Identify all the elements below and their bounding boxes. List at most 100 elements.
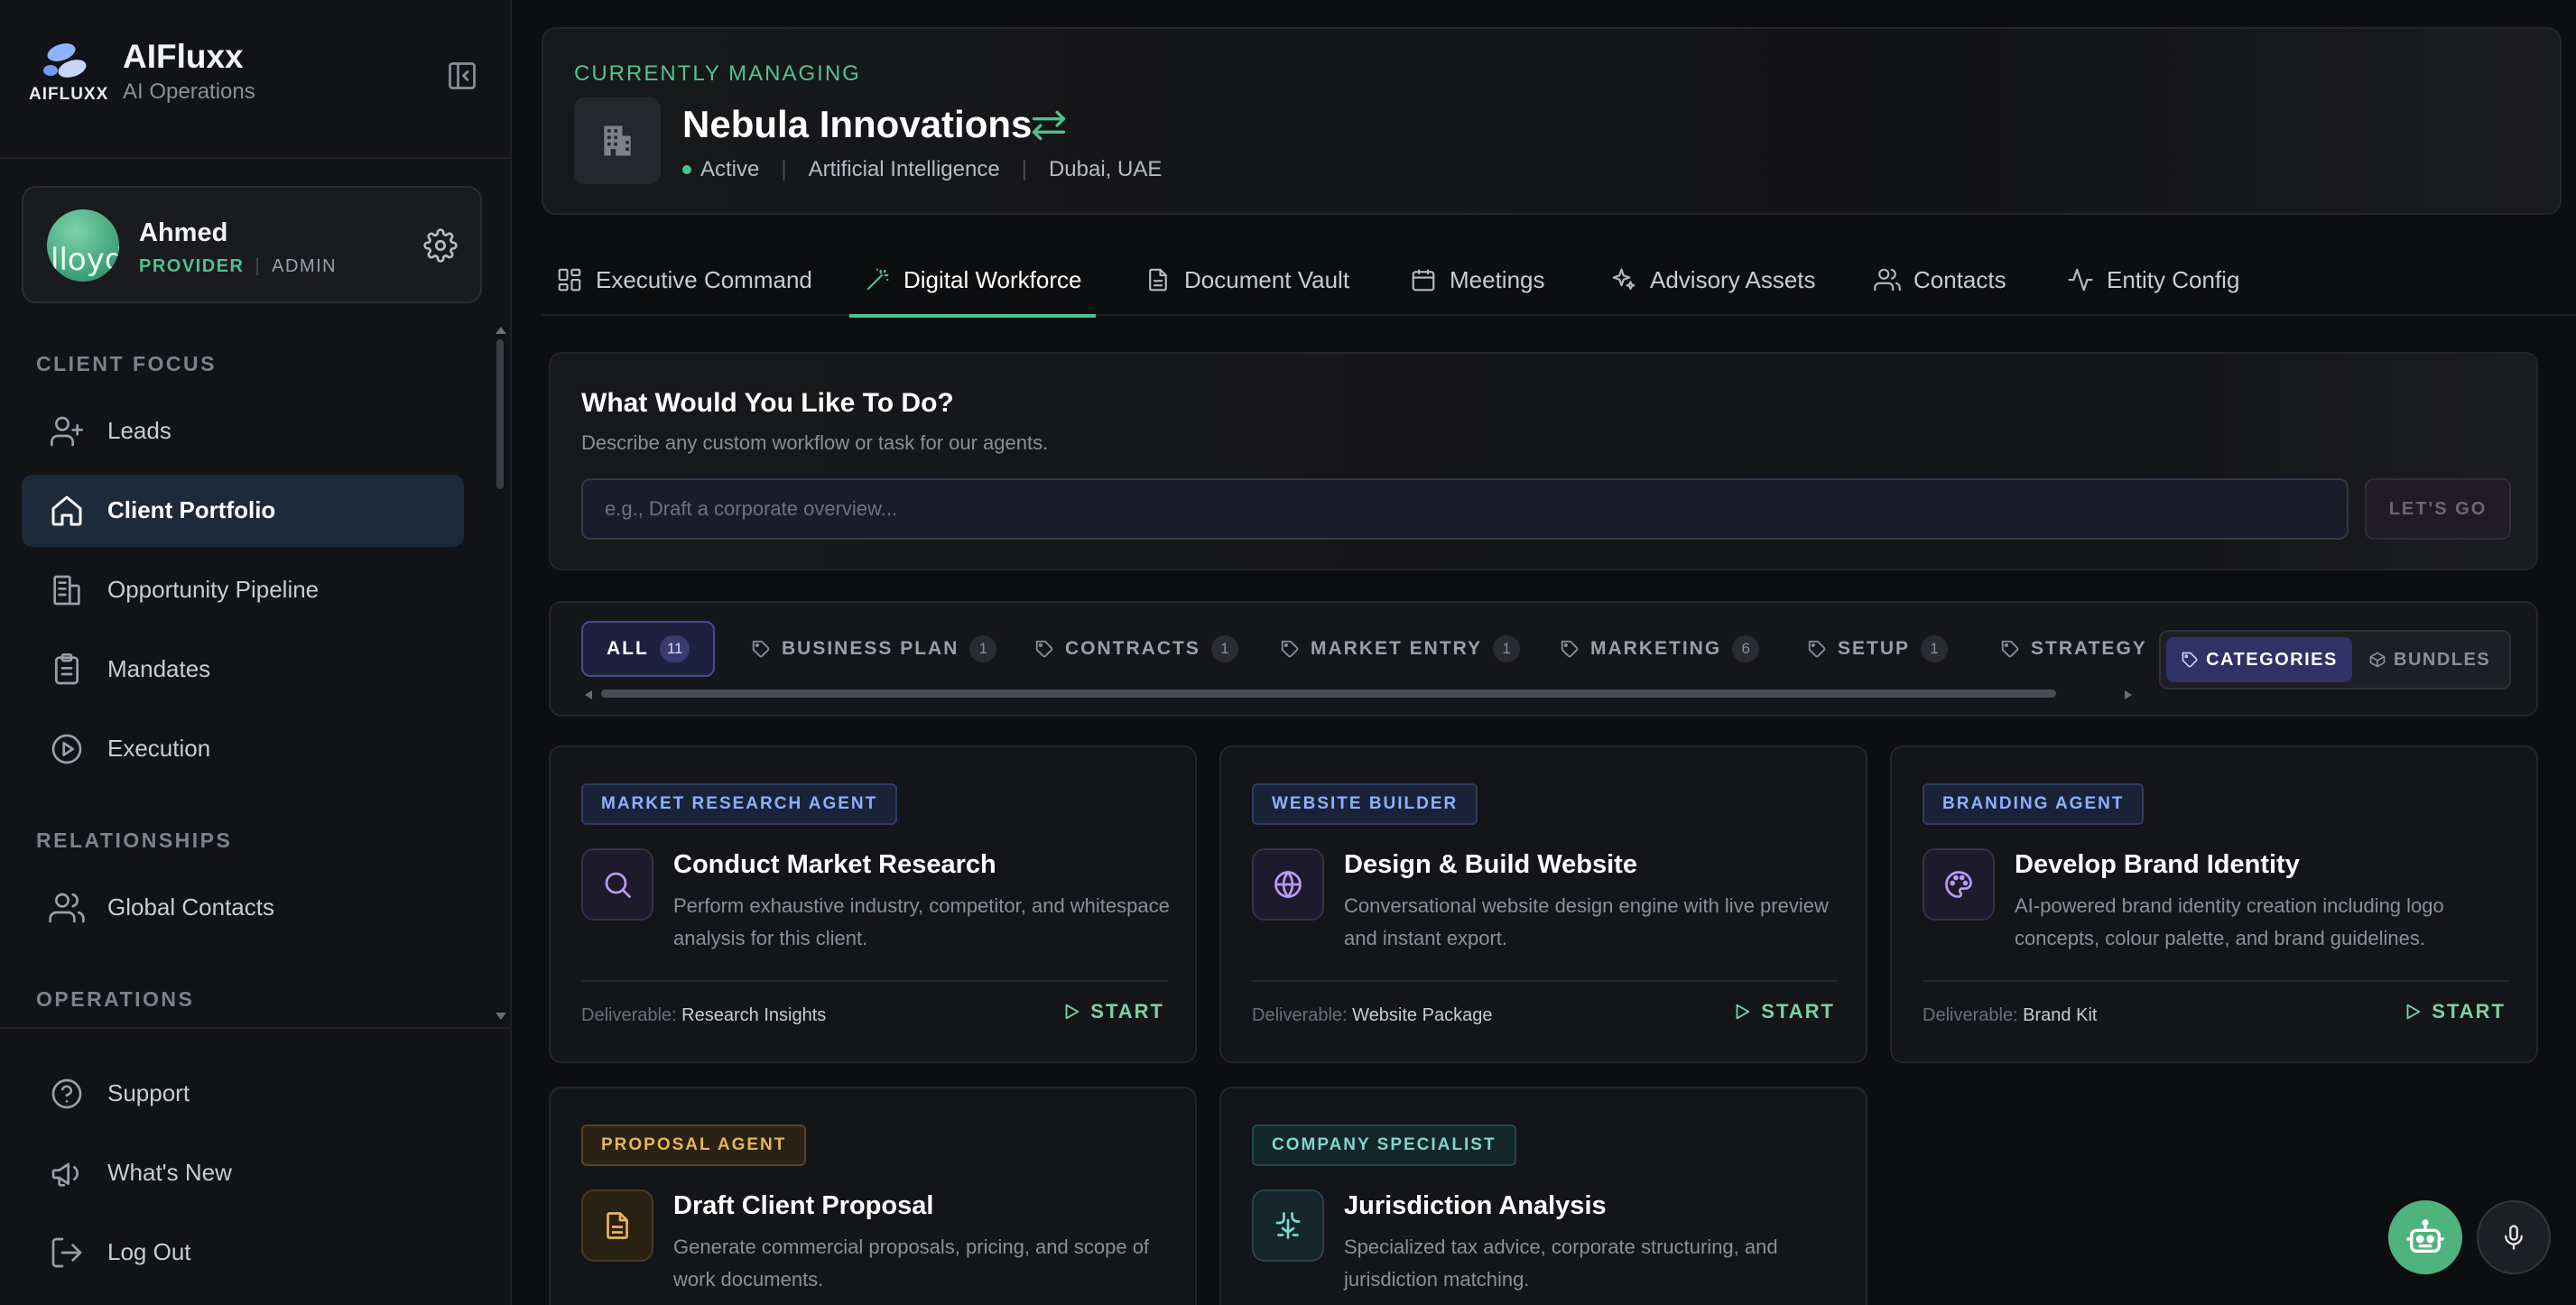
document-icon	[1149, 268, 1167, 292]
filter-scrollbar[interactable]	[583, 688, 2136, 699]
filter-chip-all[interactable]: ALL 11	[581, 621, 716, 677]
tag-icon	[1561, 640, 1579, 658]
tab-document-vault[interactable]: Document Vault	[1144, 244, 1349, 316]
chip-label: MARKETING	[1590, 638, 1722, 659]
filter-chip-contracts[interactable]: CONTRACTS 1	[1034, 621, 1238, 677]
filter-chip-business-plan[interactable]: BUSINESS PLAN 1	[751, 621, 997, 677]
user-card[interactable]: lloyd Ahmed PROVIDER | ADMIN	[22, 186, 482, 303]
categories-label: CATEGORIES	[2206, 649, 2338, 670]
tab-digital-workforce[interactable]: Digital Workforce	[849, 244, 1097, 318]
chip-count: 1	[1210, 635, 1238, 662]
tab-contacts[interactable]: Contacts	[1874, 244, 2006, 316]
agent-card-website-builder[interactable]: WEBSITE BUILDER Design & Build Website C…	[1219, 745, 1867, 1063]
brand-subtitle: AI Operations	[123, 79, 255, 104]
agent-deliverable: Deliverable: Website Package	[1252, 1005, 1492, 1026]
scroll-up-icon[interactable]	[495, 325, 507, 336]
sidebar-item-label: Global Contacts	[107, 893, 274, 921]
deliverable-label: Deliverable:	[581, 1005, 677, 1025]
scroll-right-icon[interactable]	[2123, 690, 2134, 700]
scroll-down-icon[interactable]	[495, 1011, 507, 1022]
brand-logo[interactable]: AIFLUXX	[29, 42, 107, 106]
ai-assistant-button[interactable]	[2388, 1200, 2462, 1274]
deliverable-label: Deliverable:	[1923, 1005, 2018, 1025]
sidebar-item-whats-new[interactable]: What's New	[22, 1137, 464, 1209]
start-button[interactable]: START	[1732, 1000, 1835, 1023]
start-button[interactable]: START	[1061, 1000, 1164, 1023]
filter-chip-market-entry[interactable]: MARKET ENTRY 1	[1280, 621, 1521, 677]
filter-scroll-thumb[interactable]	[601, 690, 2056, 698]
sidebar-scrollbar[interactable]	[496, 339, 504, 489]
card-divider	[1923, 980, 2509, 982]
brand: AIFLUXX AIFluxx AI Operations	[29, 34, 498, 116]
chip-label: STRATEGY	[2031, 638, 2147, 659]
agent-card-proposal[interactable]: PROPOSAL AGENT Draft Client Proposal Gen…	[549, 1087, 1197, 1305]
sidebar-item-client-portfolio[interactable]: Client Portfolio	[22, 475, 464, 547]
play-icon	[2406, 1004, 2421, 1020]
sidebar-footer-divider	[0, 1027, 512, 1029]
sidebar-item-opportunity-pipeline[interactable]: Opportunity Pipeline	[22, 554, 464, 626]
bundles-toggle-button[interactable]: BUNDLES	[2368, 637, 2504, 682]
switch-company-icon[interactable]	[1029, 110, 1069, 141]
building-icon	[53, 575, 80, 606]
collapse-sidebar-button[interactable]	[439, 52, 486, 99]
card-divider	[581, 980, 1168, 982]
agent-title: Draft Client Proposal	[673, 1191, 934, 1220]
tab-executive-command[interactable]: Executive Command	[556, 244, 812, 316]
gear-icon	[423, 228, 458, 263]
custom-task-title: What Would You Like To Do?	[581, 388, 954, 418]
agent-tag: BRANDING AGENT	[1923, 783, 2145, 825]
custom-task-subtitle: Describe any custom workflow or task for…	[581, 431, 1049, 454]
deliverable-label: Deliverable:	[1252, 1005, 1348, 1025]
tab-label: Contacts	[1913, 265, 2006, 293]
agent-icon-box	[581, 848, 653, 921]
tab-label: Entity Config	[2107, 265, 2240, 293]
lets-go-button[interactable]: LET'S GO	[2365, 478, 2511, 540]
settings-button[interactable]	[421, 226, 460, 265]
tab-advisory-assets[interactable]: Advisory Assets	[1610, 244, 1816, 316]
nav-section-relationships: RELATIONSHIPS	[36, 828, 233, 852]
tag-icon	[1281, 640, 1299, 658]
agent-deliverable: Deliverable: Brand Kit	[1923, 1005, 2097, 1026]
agent-description: AI-powered brand identity creation inclu…	[2015, 894, 2444, 949]
agent-card-branding[interactable]: BRANDING AGENT Develop Brand Identity AI…	[1890, 745, 2538, 1063]
filter-chip-setup[interactable]: SETUP 1	[1807, 621, 1949, 677]
agent-description: Conversational website design engine wit…	[1344, 894, 1829, 949]
filter-chip-marketing[interactable]: MARKETING 6	[1560, 621, 1760, 677]
tab-meetings[interactable]: Meetings	[1410, 244, 1545, 316]
tab-label: Advisory Assets	[1650, 265, 1816, 293]
company-meta: Active | Artificial Intelligence | Dubai…	[682, 157, 1162, 182]
start-button[interactable]: START	[2403, 1000, 2506, 1023]
company-avatar	[574, 97, 661, 184]
scroll-left-icon[interactable]	[583, 690, 594, 700]
categories-toggle-button[interactable]: CATEGORIES	[2166, 637, 2352, 682]
managing-label: CURRENTLY MANAGING	[574, 61, 861, 86]
dashboard-icon	[558, 268, 581, 292]
avatar[interactable]: lloyd	[47, 209, 119, 282]
start-label: START	[2432, 1000, 2506, 1023]
sidebar-item-mandates[interactable]: Mandates	[22, 634, 464, 706]
start-label: START	[1090, 1000, 1164, 1023]
sidebar-item-log-out[interactable]: Log Out	[22, 1217, 464, 1289]
sidebar-item-execution[interactable]: Execution	[22, 713, 464, 785]
sidebar-item-global-contacts[interactable]: Global Contacts	[22, 872, 464, 944]
agent-icon-box	[1252, 1189, 1324, 1262]
agent-description: Specialized tax advice, corporate struct…	[1344, 1236, 1778, 1291]
chip-label: ALL	[607, 638, 649, 659]
role-provider: PROVIDER	[139, 256, 245, 276]
agent-icon-box	[581, 1189, 653, 1262]
main-tabs: Executive Command Digital Workforce Docu…	[542, 244, 2576, 318]
voice-input-button[interactable]	[2477, 1200, 2551, 1274]
deliverable-value: Brand Kit	[2023, 1005, 2098, 1025]
logo-wordmark: AIFLUXX	[29, 85, 109, 104]
start-label: START	[1761, 1000, 1835, 1023]
filter-chip-strategy[interactable]: STRATEGY	[2000, 621, 2147, 677]
sidebar-item-support[interactable]: Support	[22, 1058, 464, 1130]
microphone-icon	[2505, 1225, 2523, 1250]
tag-icon	[1035, 640, 1053, 658]
tab-entity-config[interactable]: Entity Config	[2067, 244, 2239, 316]
sidebar-item-leads[interactable]: Leads	[22, 395, 464, 467]
custom-task-input[interactable]	[581, 478, 2349, 540]
sidebar-item-label: Opportunity Pipeline	[107, 576, 320, 603]
agent-card-market-research[interactable]: MARKET RESEARCH AGENT Conduct Market Res…	[549, 745, 1197, 1063]
agent-card-company-specialist[interactable]: COMPANY SPECIALIST Jurisdiction Analysis…	[1219, 1087, 1867, 1305]
